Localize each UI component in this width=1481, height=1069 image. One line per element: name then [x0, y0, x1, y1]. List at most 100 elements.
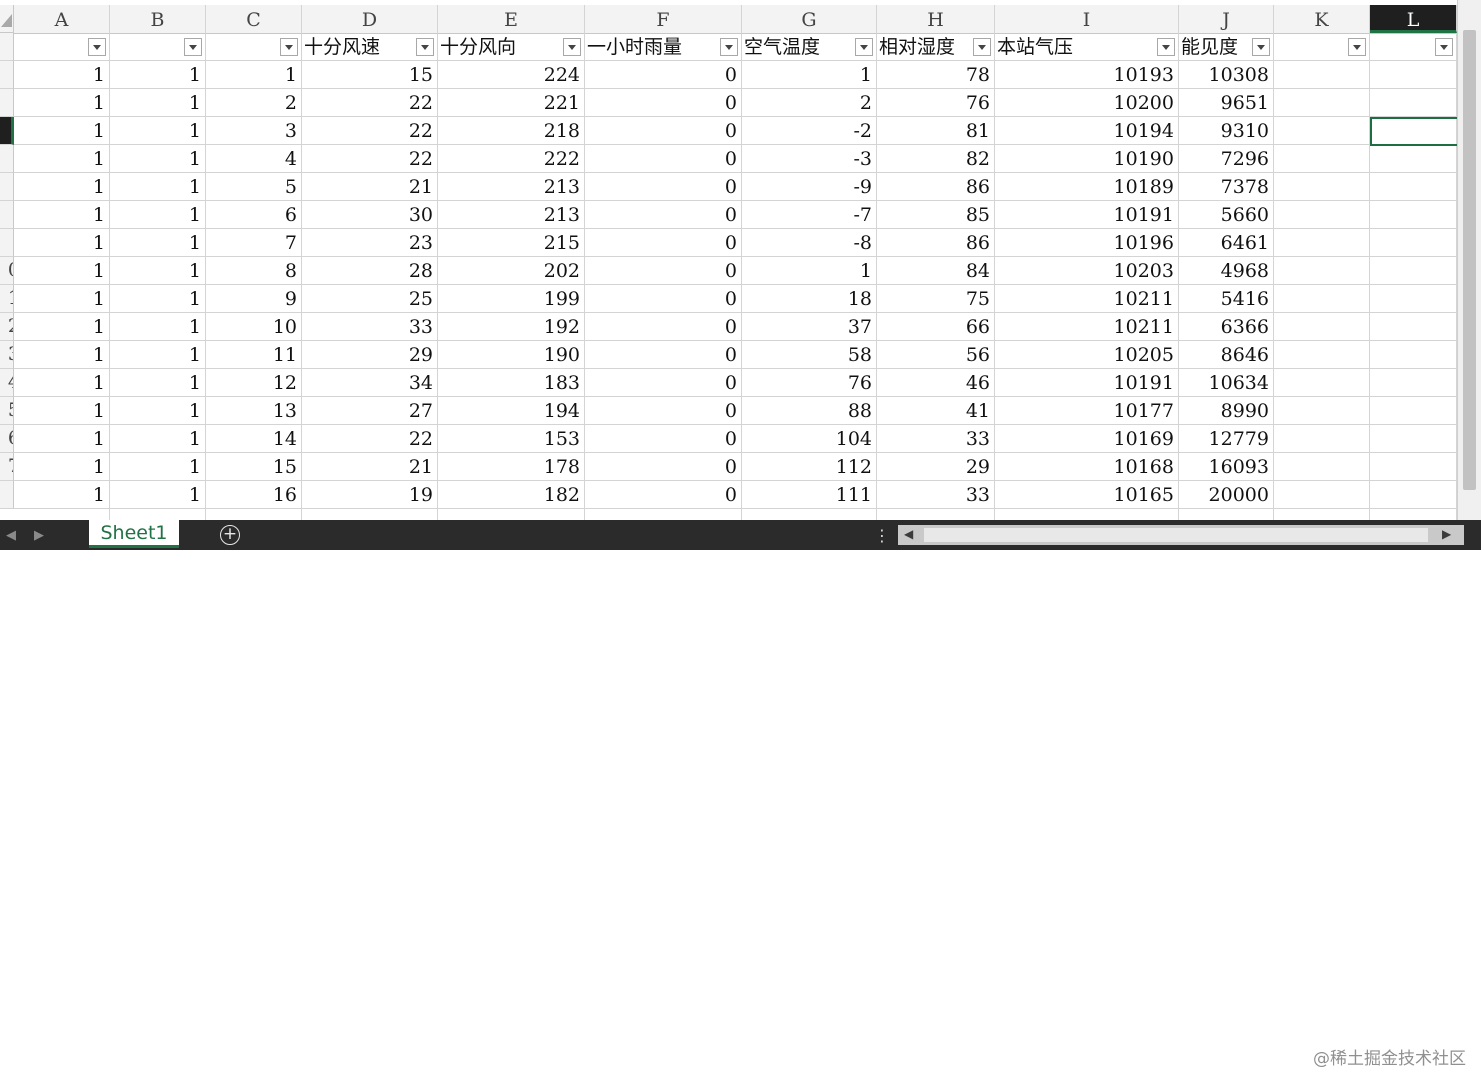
- table-cell[interactable]: 9651: [1179, 89, 1274, 117]
- table-cell[interactable]: [110, 509, 206, 520]
- table-cell[interactable]: 1: [110, 173, 206, 201]
- table-cell[interactable]: 222: [438, 145, 585, 173]
- column-header-c[interactable]: C: [206, 5, 302, 33]
- table-cell[interactable]: 21: [302, 173, 438, 201]
- column-header-h[interactable]: H: [877, 5, 995, 33]
- row-header[interactable]: [0, 173, 14, 201]
- table-cell[interactable]: 37: [742, 313, 877, 341]
- table-cell[interactable]: 194: [438, 397, 585, 425]
- sheet-tab-sheet1[interactable]: Sheet1: [89, 520, 179, 548]
- table-cell[interactable]: 14: [206, 425, 302, 453]
- row-header[interactable]: 2: [0, 313, 14, 341]
- table-cell[interactable]: 0: [585, 425, 742, 453]
- table-cell[interactable]: 1: [14, 425, 110, 453]
- table-cell[interactable]: 0: [585, 201, 742, 229]
- table-cell[interactable]: 1: [14, 61, 110, 89]
- table-cell[interactable]: 10169: [995, 425, 1179, 453]
- table-cell[interactable]: 0: [585, 313, 742, 341]
- filter-dropdown-icon[interactable]: [416, 38, 434, 56]
- table-cell[interactable]: 16093: [1179, 453, 1274, 481]
- row-header[interactable]: 6: [0, 425, 14, 453]
- table-cell[interactable]: 41: [877, 397, 995, 425]
- table-cell[interactable]: 224: [438, 61, 585, 89]
- table-cell[interactable]: 8990: [1179, 397, 1274, 425]
- table-cell[interactable]: [1370, 397, 1457, 425]
- table-cell[interactable]: 6: [206, 201, 302, 229]
- table-cell[interactable]: 29: [877, 453, 995, 481]
- table-cell[interactable]: [14, 509, 110, 520]
- table-cell[interactable]: [1274, 341, 1370, 369]
- table-cell[interactable]: [438, 509, 585, 520]
- table-cell[interactable]: [1274, 229, 1370, 257]
- tab-split-handle-icon[interactable]: ⋮: [874, 526, 890, 545]
- table-cell[interactable]: 8: [206, 257, 302, 285]
- table-cell[interactable]: 7296: [1179, 145, 1274, 173]
- table-cell[interactable]: [1370, 61, 1457, 89]
- table-cell[interactable]: 10194: [995, 117, 1179, 145]
- table-cell[interactable]: [1370, 509, 1457, 520]
- table-cell[interactable]: 33: [877, 425, 995, 453]
- table-cell[interactable]: [877, 509, 995, 520]
- table-cell[interactable]: 46: [877, 369, 995, 397]
- table-cell[interactable]: 27: [302, 397, 438, 425]
- table-cell[interactable]: 190: [438, 341, 585, 369]
- column-header-k[interactable]: K: [1274, 5, 1370, 33]
- table-cell[interactable]: [1274, 285, 1370, 313]
- table-cell[interactable]: 4968: [1179, 257, 1274, 285]
- table-cell[interactable]: 25: [302, 285, 438, 313]
- table-cell[interactable]: [1370, 369, 1457, 397]
- table-cell[interactable]: 10189: [995, 173, 1179, 201]
- table-cell[interactable]: 78: [877, 61, 995, 89]
- table-cell[interactable]: 0: [585, 61, 742, 89]
- table-cell[interactable]: 29: [302, 341, 438, 369]
- table-cell[interactable]: 2: [206, 89, 302, 117]
- row-header[interactable]: [0, 229, 14, 257]
- table-cell[interactable]: [1370, 285, 1457, 313]
- table-cell[interactable]: 30: [302, 201, 438, 229]
- table-cell[interactable]: -9: [742, 173, 877, 201]
- header-cell-i[interactable]: 本站气压: [995, 33, 1179, 61]
- scroll-left-icon[interactable]: ◀: [904, 527, 913, 541]
- table-cell[interactable]: 1: [14, 341, 110, 369]
- table-cell[interactable]: 15: [206, 453, 302, 481]
- select-all-corner[interactable]: [0, 5, 14, 33]
- table-cell[interactable]: 1: [14, 89, 110, 117]
- table-cell[interactable]: 1: [14, 481, 110, 509]
- table-cell[interactable]: 1: [110, 313, 206, 341]
- table-cell[interactable]: 10196: [995, 229, 1179, 257]
- table-cell[interactable]: 1: [110, 145, 206, 173]
- table-cell[interactable]: 86: [877, 229, 995, 257]
- table-cell[interactable]: 1: [110, 89, 206, 117]
- table-cell[interactable]: 0: [585, 397, 742, 425]
- filter-dropdown-icon[interactable]: [88, 38, 106, 56]
- row-header[interactable]: [0, 61, 14, 89]
- table-cell[interactable]: 1: [110, 61, 206, 89]
- column-header-a[interactable]: A: [14, 5, 110, 33]
- column-header-l[interactable]: L: [1370, 5, 1457, 33]
- table-cell[interactable]: 0: [585, 229, 742, 257]
- table-cell[interactable]: 1: [110, 453, 206, 481]
- table-cell[interactable]: [742, 509, 877, 520]
- table-cell[interactable]: 153: [438, 425, 585, 453]
- table-cell[interactable]: 86: [877, 173, 995, 201]
- table-cell[interactable]: [1274, 117, 1370, 145]
- table-cell[interactable]: 8646: [1179, 341, 1274, 369]
- row-header[interactable]: [0, 201, 14, 229]
- table-cell[interactable]: 112: [742, 453, 877, 481]
- row-header[interactable]: [0, 33, 14, 61]
- table-cell[interactable]: 183: [438, 369, 585, 397]
- table-cell[interactable]: [1370, 313, 1457, 341]
- table-cell[interactable]: 1: [110, 341, 206, 369]
- table-cell[interactable]: 1: [14, 229, 110, 257]
- table-cell[interactable]: [1370, 201, 1457, 229]
- table-cell[interactable]: 199: [438, 285, 585, 313]
- table-cell[interactable]: 1: [110, 117, 206, 145]
- table-cell[interactable]: [1274, 313, 1370, 341]
- table-cell[interactable]: 1: [110, 369, 206, 397]
- table-cell[interactable]: 3: [206, 117, 302, 145]
- table-cell[interactable]: 20000: [1179, 481, 1274, 509]
- table-cell[interactable]: 10191: [995, 201, 1179, 229]
- table-cell[interactable]: 1: [742, 257, 877, 285]
- table-cell[interactable]: [1370, 229, 1457, 257]
- table-cell[interactable]: [1370, 145, 1457, 173]
